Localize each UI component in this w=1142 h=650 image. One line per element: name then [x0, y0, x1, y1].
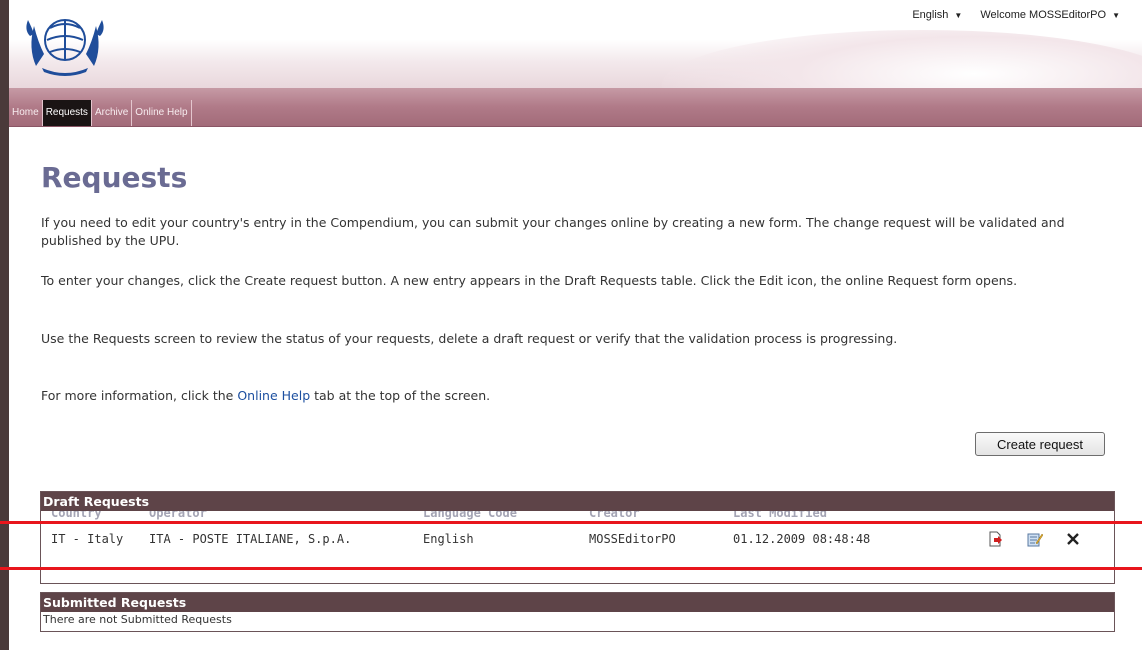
help-paragraph: For more information, click the Online H…: [41, 387, 1121, 405]
status-paragraph: Use the Requests screen to review the st…: [41, 331, 898, 346]
highlight-line-bottom: [0, 567, 1142, 570]
modified-cell: 01.12.2009 08:48:48: [733, 532, 871, 546]
column-last-modified: Last Modified: [733, 511, 827, 520]
column-country: Country: [51, 511, 102, 520]
tab-archive[interactable]: Archive: [92, 100, 133, 126]
help-text-before: For more information, click the: [41, 388, 238, 403]
language-label: English: [912, 9, 949, 21]
column-language-code: Language Code: [423, 511, 517, 520]
header: English ▼ Welcome MOSSEditorPO ▼: [9, 0, 1142, 88]
draft-requests-header: Draft Requests: [41, 492, 1114, 511]
highlight-line-top: [0, 521, 1142, 524]
online-help-link[interactable]: Online Help: [237, 388, 310, 403]
submit-icon[interactable]: [987, 531, 1003, 547]
language-cell: English: [423, 532, 474, 546]
top-links: English ▼ Welcome MOSSEditorPO ▼: [912, 9, 1120, 21]
help-text-after: tab at the top of the screen.: [310, 388, 491, 403]
instructions-paragraph: To enter your changes, click the Create …: [41, 273, 1018, 288]
country-cell: IT - Italy: [51, 532, 124, 546]
chevron-down-icon: ▼: [1112, 11, 1120, 20]
table-row: IT - Italy ITA - POSTE ITALIANE, S.p.A. …: [41, 523, 1114, 553]
empty-message: There are not Submitted Requests: [43, 613, 232, 626]
upu-emblem-icon: [26, 19, 104, 76]
welcome-label: Welcome MOSSEditorPO: [980, 9, 1107, 21]
intro-paragraph: If you need to edit your country's entry…: [41, 215, 1065, 248]
delete-icon[interactable]: [1065, 531, 1081, 547]
main-content: Requests If you need to edit your countr…: [9, 127, 1142, 650]
tab-home[interactable]: Home: [9, 100, 43, 126]
operator-cell: ITA - POSTE ITALIANE, S.p.A.: [149, 532, 352, 546]
page-title: Requests: [41, 161, 188, 194]
column-creator: Creator: [589, 511, 640, 520]
header-swoosh: [662, 30, 1142, 88]
create-request-button[interactable]: Create request: [975, 432, 1105, 456]
submitted-requests-panel: Submitted Requests There are not Submitt…: [40, 592, 1115, 632]
user-menu[interactable]: Welcome MOSSEditorPO ▼: [980, 9, 1120, 21]
column-operator: Operator: [149, 511, 207, 520]
language-selector[interactable]: English ▼: [912, 9, 962, 21]
edit-icon[interactable]: [1027, 531, 1043, 547]
tab-online-help[interactable]: Online Help: [132, 100, 192, 126]
chevron-down-icon: ▼: [954, 11, 963, 20]
submitted-requests-header: Submitted Requests: [41, 593, 1114, 612]
draft-requests-panel: Draft Requests Country Operator Language…: [40, 491, 1115, 584]
navbar: Home Requests Archive Online Help: [9, 88, 1142, 127]
nav-tabs: Home Requests Archive Online Help: [9, 100, 192, 126]
left-border: [0, 0, 9, 650]
creator-cell: MOSSEditorPO: [589, 532, 676, 546]
tab-requests[interactable]: Requests: [42, 100, 92, 126]
